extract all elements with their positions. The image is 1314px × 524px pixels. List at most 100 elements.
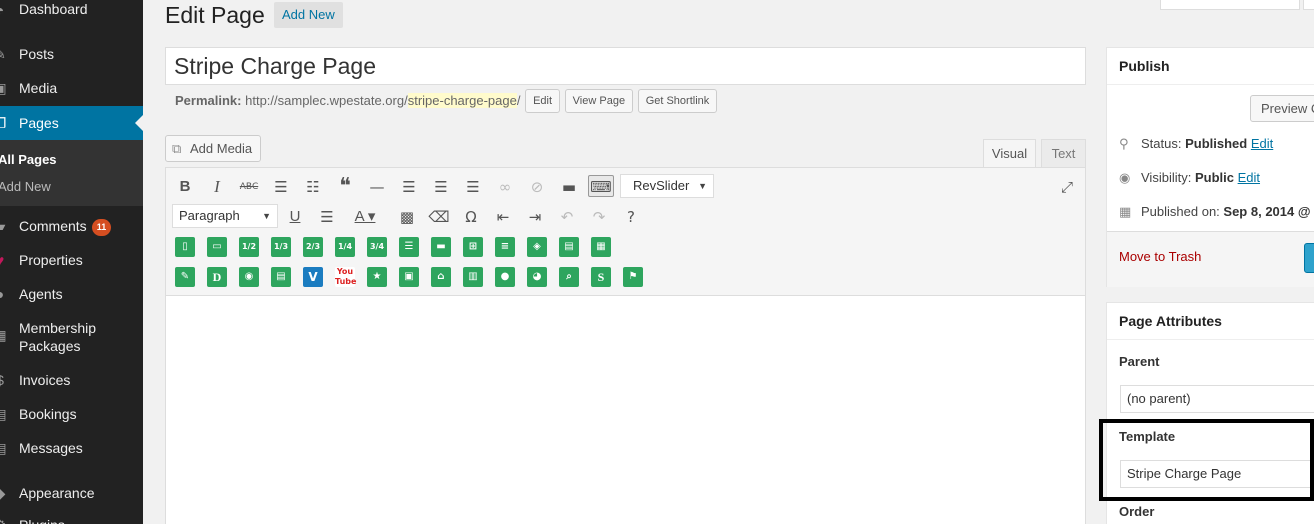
sidebar-item-label: Appearance <box>19 485 95 501</box>
sidebar-item-agents[interactable]: ● Agents <box>0 284 143 304</box>
sidebar-item-comments[interactable]: ▰ Comments11 <box>0 216 143 236</box>
get-shortlink-button[interactable]: Get Shortlink <box>637 89 718 113</box>
insert-link-icon[interactable]: ∞ <box>494 176 516 198</box>
clear-formatting-icon[interactable]: ⌫ <box>428 206 450 228</box>
shortcode-user-add-icon[interactable]: ◕ <box>527 267 547 287</box>
submenu-all-pages[interactable]: All Pages <box>0 152 57 167</box>
shortcode-pencil-icon[interactable]: ✎ <box>175 267 195 287</box>
italic-icon[interactable]: I <box>206 176 228 198</box>
add-new-button[interactable]: Add New <box>274 2 343 28</box>
fullscreen-icon[interactable]: ⤢ <box>1056 176 1078 198</box>
shortcode-list-icon[interactable]: ☰ <box>399 237 419 257</box>
add-media-button[interactable]: ⧉ Add Media <box>165 135 262 162</box>
sidebar-item-invoices[interactable]: $ Invoices <box>0 370 143 390</box>
update-button[interactable] <box>1304 243 1314 273</box>
tab-text[interactable]: Text <box>1041 139 1086 167</box>
revslider-dropdown[interactable]: RevSlider ▼ <box>620 174 714 198</box>
shortcode-rows-icon[interactable]: ≡ <box>495 237 515 257</box>
sidebar-item-media[interactable]: ▣ Media <box>0 78 143 98</box>
outdent-icon[interactable]: ⇤ <box>492 206 514 228</box>
sidebar-item-bookings[interactable]: ▤ Bookings <box>0 404 143 424</box>
redo-icon[interactable]: ↷ <box>588 206 610 228</box>
editor-content-area[interactable] <box>166 297 1085 524</box>
sidebar-item-pages[interactable]: ❐ Pages <box>0 106 143 140</box>
sidebar-item-label: Properties <box>19 252 83 268</box>
indent-icon[interactable]: ⇥ <box>524 206 546 228</box>
eye-icon: ◉ <box>1119 171 1131 186</box>
shortcode-document-icon[interactable]: ▤ <box>271 267 291 287</box>
visibility-value: Public <box>1194 170 1234 185</box>
sidebar-item-dashboard[interactable]: ◔ Dashboard <box>0 0 143 20</box>
sidebar-item-label-line2: Packages <box>19 338 81 354</box>
edit-status-link[interactable]: Edit <box>1251 136 1273 151</box>
help-tab[interactable] <box>1303 0 1314 10</box>
shortcode-plus-icon[interactable]: ⊞ <box>463 237 483 257</box>
sidebar-item-label: Plugins <box>19 516 65 524</box>
shortcode-tag-icon[interactable]: ◈ <box>527 237 547 257</box>
special-character-icon[interactable]: Ω <box>460 206 482 228</box>
remove-link-icon[interactable]: ⊘ <box>526 176 548 198</box>
permalink-base-url[interactable]: http://samplec.wpestate.org/ <box>245 93 408 108</box>
align-right-icon[interactable]: ☰ <box>462 176 484 198</box>
shortcode-listing-icon[interactable]: ▥ <box>463 267 483 287</box>
shortcode-two-thirds-icon[interactable]: 2/3 <box>303 237 323 257</box>
shortcode-full-width-icon[interactable]: ▯ <box>175 237 195 257</box>
horizontal-line-icon[interactable]: — <box>366 176 388 198</box>
view-page-button[interactable]: View Page <box>564 89 634 113</box>
shortcode-user-star-icon[interactable]: ★ <box>367 267 387 287</box>
parent-select[interactable]: (no parent) <box>1120 385 1314 413</box>
shortcode-three-quarters-icon[interactable]: 3/4 <box>367 237 387 257</box>
shortcode-d-icon[interactable]: D <box>207 267 227 287</box>
youtube-icon[interactable]: You Tube <box>335 267 356 287</box>
toolbar-toggle-icon[interactable]: ⌨ <box>588 175 614 197</box>
shortcode-s-icon[interactable]: S <box>591 267 611 287</box>
text-color-icon[interactable]: A ▾ <box>348 206 382 228</box>
sidebar-item-properties[interactable]: ♥ Properties <box>0 250 143 270</box>
sidebar-item-membership-packages[interactable]: ▦ Membership Packages <box>0 318 143 356</box>
vimeo-icon[interactable]: V <box>303 267 323 287</box>
shortcode-house-icon[interactable]: ⌂ <box>431 267 451 287</box>
align-center-icon[interactable]: ☰ <box>430 176 452 198</box>
screen-options-tab[interactable] <box>1160 0 1300 10</box>
permalink-slug[interactable]: stripe-charge-page <box>407 93 517 108</box>
shortcode-search-icon[interactable]: ⌕ <box>559 267 579 287</box>
read-more-icon[interactable]: ▬ <box>558 176 580 198</box>
underline-icon[interactable]: U <box>284 206 306 228</box>
undo-icon[interactable]: ↶ <box>556 206 578 228</box>
sidebar-item-posts[interactable]: ✎ Posts <box>0 44 143 64</box>
post-title-input[interactable]: Stripe Charge Page <box>165 47 1086 85</box>
align-left-icon[interactable]: ☰ <box>398 176 420 198</box>
edit-visibility-link[interactable]: Edit <box>1238 170 1260 185</box>
sidebar-item-plugins[interactable]: ⚙ Plugins <box>0 515 143 524</box>
shortcode-folder-icon[interactable]: ▬ <box>431 237 451 257</box>
current-menu-arrow <box>135 115 143 131</box>
help-icon[interactable]: ? <box>620 206 642 228</box>
shortcode-quarter-icon[interactable]: 1/4 <box>335 237 355 257</box>
numbered-list-icon[interactable]: ☷ <box>302 176 324 198</box>
shortcode-column-icon[interactable]: ▭ <box>207 237 227 257</box>
justify-icon[interactable]: ☰ <box>316 206 338 228</box>
strikethrough-icon[interactable]: ABC <box>238 176 260 198</box>
shortcode-half-icon[interactable]: 1/2 <box>239 237 259 257</box>
shortcode-flag-icon[interactable]: ⚑ <box>623 267 643 287</box>
pages-icon: ❐ <box>0 115 8 131</box>
sidebar-item-messages[interactable]: ▤ Messages <box>0 438 143 458</box>
sidebar-item-appearance[interactable]: ◆ Appearance <box>0 483 143 503</box>
shortcode-one-third-icon[interactable]: 1/3 <box>271 237 291 257</box>
tab-visual[interactable]: Visual <box>983 139 1036 167</box>
bullet-list-icon[interactable]: ☰ <box>270 176 292 198</box>
shortcode-featured-icon[interactable]: ▣ <box>399 267 419 287</box>
bold-icon[interactable]: B <box>174 176 196 198</box>
shortcode-table-icon[interactable]: ▦ <box>591 237 611 257</box>
paste-text-icon[interactable]: ▩ <box>396 206 418 228</box>
shortcode-media-icon[interactable]: ▤ <box>559 237 579 257</box>
shortcode-chat-icon[interactable]: ◉ <box>239 267 259 287</box>
blockquote-icon[interactable]: ❝ <box>334 176 356 198</box>
format-dropdown[interactable]: Paragraph ▼ <box>172 204 278 228</box>
shortcode-user-icon[interactable]: ● <box>495 267 515 287</box>
submenu-add-new[interactable]: Add New <box>0 179 51 194</box>
sidebar-item-label: Messages <box>19 440 83 456</box>
move-to-trash-link[interactable]: Move to Trash <box>1119 249 1201 264</box>
preview-changes-button[interactable]: Preview Changes <box>1250 95 1314 122</box>
edit-slug-button[interactable]: Edit <box>525 89 561 113</box>
